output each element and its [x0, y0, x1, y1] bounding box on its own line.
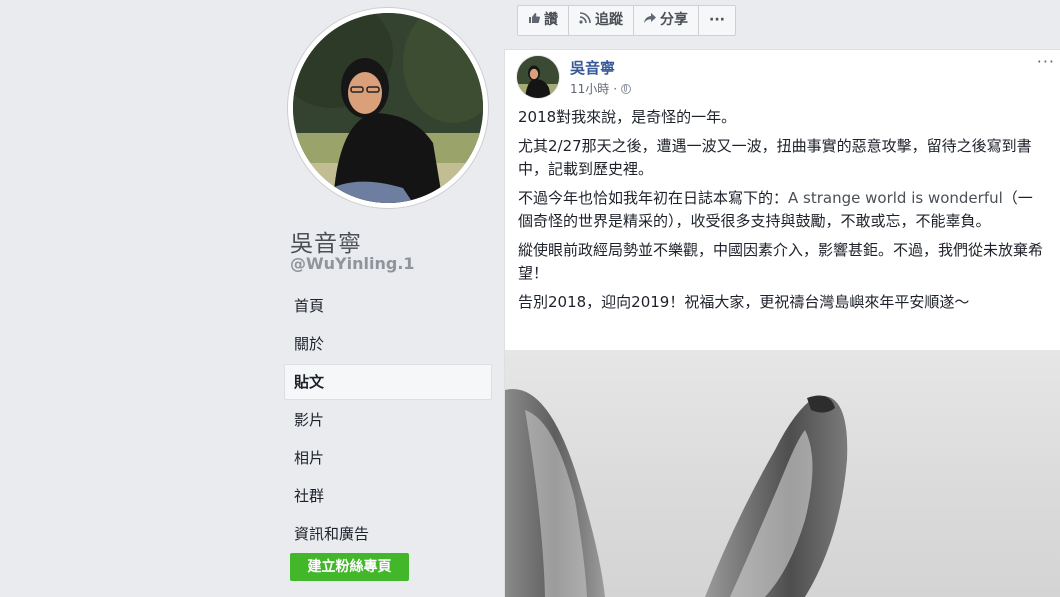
create-page-button[interactable]: 建立粉絲專頁: [290, 553, 409, 581]
page-action-bar: 讚 追蹤 分享 ···: [517, 5, 736, 36]
post-time-text[interactable]: 11小時: [570, 80, 609, 97]
page-name: 吳音寧: [290, 231, 362, 257]
post-options-icon[interactable]: ···: [1037, 52, 1055, 71]
post-timestamp: 11小時 ·: [570, 80, 632, 97]
post-author-name[interactable]: 吳音寧: [570, 57, 615, 78]
post-paragraph: 尤其2/27那天之後，遭遇一波又一波，扭曲事實的惡意攻擊，留待之後寫到書中，記載…: [518, 137, 1032, 178]
nav-item-home[interactable]: 首頁: [284, 288, 492, 324]
share-button[interactable]: 分享: [634, 6, 699, 35]
post-text-span: 不過今年也恰如我年初在日誌本寫下的：: [518, 189, 789, 207]
post-body: 2018對我來說，是奇怪的一年。 尤其2/27那天之後，遭遇一波又一波，扭曲事實…: [518, 106, 1043, 320]
follow-button[interactable]: 追蹤: [569, 6, 634, 35]
post-paragraph: 不過今年也恰如我年初在日誌本寫下的：A strange world is won…: [518, 187, 1043, 233]
share-label: 分享: [660, 12, 688, 28]
post-card: 吳音寧 11小時 · ··· 2018對我來說，是奇怪的一年。 尤其2/27那天…: [504, 49, 1060, 597]
post-paragraph: 縱使眼前政經局勢並不樂觀，中國因素介入，影響甚鉅。不過，我們從未放棄希望！: [518, 241, 1044, 282]
share-arrow-icon: [644, 6, 656, 35]
post-image[interactable]: [505, 350, 1060, 597]
page-handle[interactable]: @WuYinling.1: [290, 254, 415, 273]
post-time-separator: ·: [613, 81, 618, 96]
profile-picture[interactable]: [288, 8, 488, 208]
rss-icon: [579, 6, 591, 35]
page-nav: 首頁 關於 貼文 影片 相片 社群 資訊和廣告: [284, 288, 492, 554]
nav-item-info-ads[interactable]: 資訊和廣告: [284, 516, 492, 552]
nav-item-posts[interactable]: 貼文: [284, 364, 492, 400]
post-text-english: A strange world is wonderful: [788, 189, 1003, 207]
nav-item-photos[interactable]: 相片: [284, 440, 492, 476]
more-actions-button[interactable]: ···: [699, 6, 735, 35]
nav-item-videos[interactable]: 影片: [284, 402, 492, 438]
post-paragraph: 2018對我來說，是奇怪的一年。: [518, 108, 737, 126]
thumbs-up-icon: [528, 6, 540, 35]
post-author-avatar[interactable]: [517, 56, 559, 98]
nav-item-about[interactable]: 關於: [284, 326, 492, 362]
follow-label: 追蹤: [595, 12, 623, 28]
rabbit-ears-drawing: [505, 389, 848, 597]
globe-icon: [621, 83, 632, 94]
nav-item-community[interactable]: 社群: [284, 478, 492, 514]
like-button[interactable]: 讚: [518, 6, 569, 35]
post-paragraph: 告別2018，迎向2019！祝福大家，更祝禱台灣島嶼來年平安順遂～: [518, 293, 970, 311]
profile-photo: [293, 13, 483, 203]
like-label: 讚: [544, 12, 558, 28]
